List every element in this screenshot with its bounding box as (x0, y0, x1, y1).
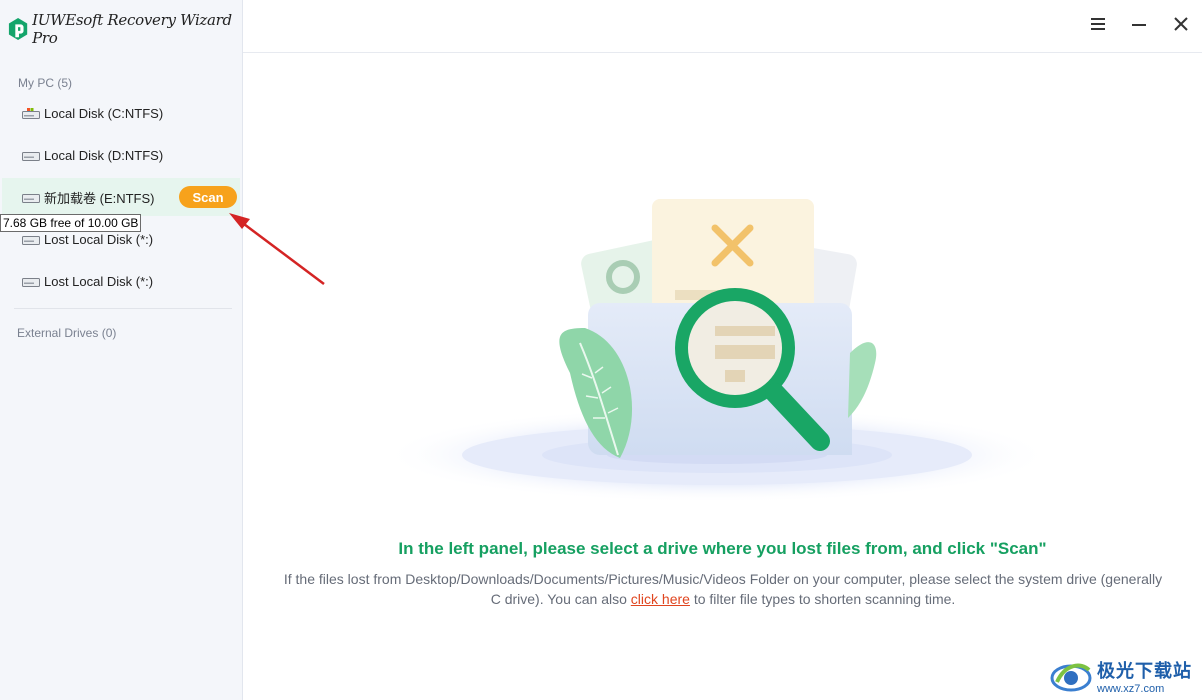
watermark: 极光下载站 www.xz7.com (1049, 656, 1192, 696)
external-drives-label[interactable]: External Drives (0) (17, 326, 116, 340)
minimize-icon (1132, 24, 1146, 26)
drive-space-tooltip: 7.68 GB free of 10.00 GB (0, 214, 142, 232)
drive-item-c[interactable]: Local Disk (C:NTFS) (2, 94, 240, 132)
watermark-logo-icon (1050, 663, 1092, 692)
sidebar: IUWEsoft Recovery Wizard Pro My PC (5) L… (0, 0, 243, 700)
instruction-description: If the files lost from Desktop/Downloads… (283, 569, 1163, 609)
desc-text-after: to filter file types to shorten scanning… (689, 591, 956, 607)
close-button[interactable] (1169, 12, 1193, 36)
instruction-headline: In the left panel, please select a drive… (398, 539, 1047, 558)
app-title: IUWEsoft Recovery Wizard Pro (32, 11, 232, 47)
disk-icon (22, 193, 40, 203)
drive-label: 新加载卷 (E:NTFS) (44, 190, 155, 206)
brand: IUWEsoft Recovery Wizard Pro (8, 11, 242, 47)
title-bar (243, 0, 1202, 53)
main-panel: In the left panel, please select a drive… (243, 53, 1202, 700)
watermark-title: 极光下载站 (1097, 661, 1192, 681)
drive-item-d[interactable]: Local Disk (D:NTFS) (2, 136, 240, 174)
scan-button[interactable]: Scan (179, 186, 237, 208)
close-icon (1174, 17, 1188, 31)
disk-icon (22, 277, 40, 287)
disk-icon (22, 151, 40, 161)
menu-button[interactable] (1086, 12, 1110, 36)
minimize-button[interactable] (1127, 12, 1151, 36)
app-window: IUWEsoft Recovery Wizard Pro My PC (5) L… (0, 0, 1202, 700)
watermark-url: www.xz7.com (1097, 683, 1165, 695)
drive-label: Local Disk (C:NTFS) (44, 105, 164, 121)
drive-item-lost-2[interactable]: Lost Local Disk (*:) (2, 262, 240, 300)
windows-disk-icon (22, 107, 40, 119)
drive-item-e[interactable]: 新加载卷 (E:NTFS) Scan (2, 178, 240, 216)
app-logo-icon (8, 18, 28, 40)
filter-file-types-link[interactable]: click here (631, 591, 690, 607)
folder-search-illustration (382, 199, 1052, 503)
sidebar-divider (14, 308, 232, 309)
my-pc-label: My PC (5) (18, 76, 72, 90)
drive-label: Lost Local Disk (*:) (44, 231, 154, 247)
disk-icon (22, 235, 40, 245)
drive-label: Lost Local Disk (*:) (44, 273, 154, 289)
hamburger-icon (1091, 18, 1105, 30)
drive-label: Local Disk (D:NTFS) (44, 147, 164, 163)
